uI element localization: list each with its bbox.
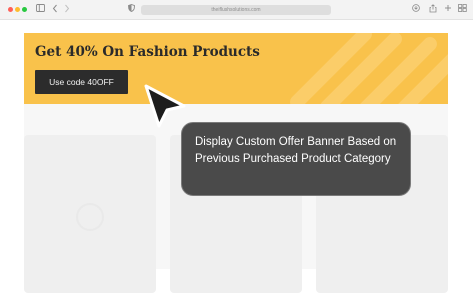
chevron-right-icon[interactable]	[63, 4, 71, 15]
tabs-overview-icon[interactable]	[457, 4, 467, 15]
coupon-code-button[interactable]: Use code 40OFF	[35, 70, 128, 94]
offer-banner: Get 40% On Fashion Products Use code 40O…	[24, 33, 448, 104]
product-card[interactable]	[24, 135, 156, 293]
arrow-cursor-icon	[140, 82, 186, 138]
banner-headline: Get 40% On Fashion Products	[35, 44, 260, 60]
zoom-window-button[interactable]	[22, 7, 27, 12]
product-placeholder-icon	[76, 203, 104, 231]
url-text: theiflushsolutions.com	[211, 7, 261, 13]
address-bar[interactable]: theiflushsolutions.com	[141, 5, 331, 15]
browser-toolbar: theiflushsolutions.com	[0, 0, 473, 20]
close-window-button[interactable]	[8, 7, 13, 12]
tooltip-text: Display Custom Offer Banner Based on Pre…	[195, 136, 397, 165]
sidebar-icon[interactable]	[35, 4, 45, 15]
minimize-window-button[interactable]	[15, 7, 20, 12]
share-icon[interactable]	[428, 4, 437, 15]
plus-icon[interactable]	[443, 4, 452, 15]
download-icon[interactable]	[411, 4, 420, 15]
feature-tooltip: Display Custom Offer Banner Based on Pre…	[181, 122, 411, 196]
shield-icon[interactable]	[127, 4, 136, 15]
chevron-left-icon[interactable]	[51, 4, 59, 15]
